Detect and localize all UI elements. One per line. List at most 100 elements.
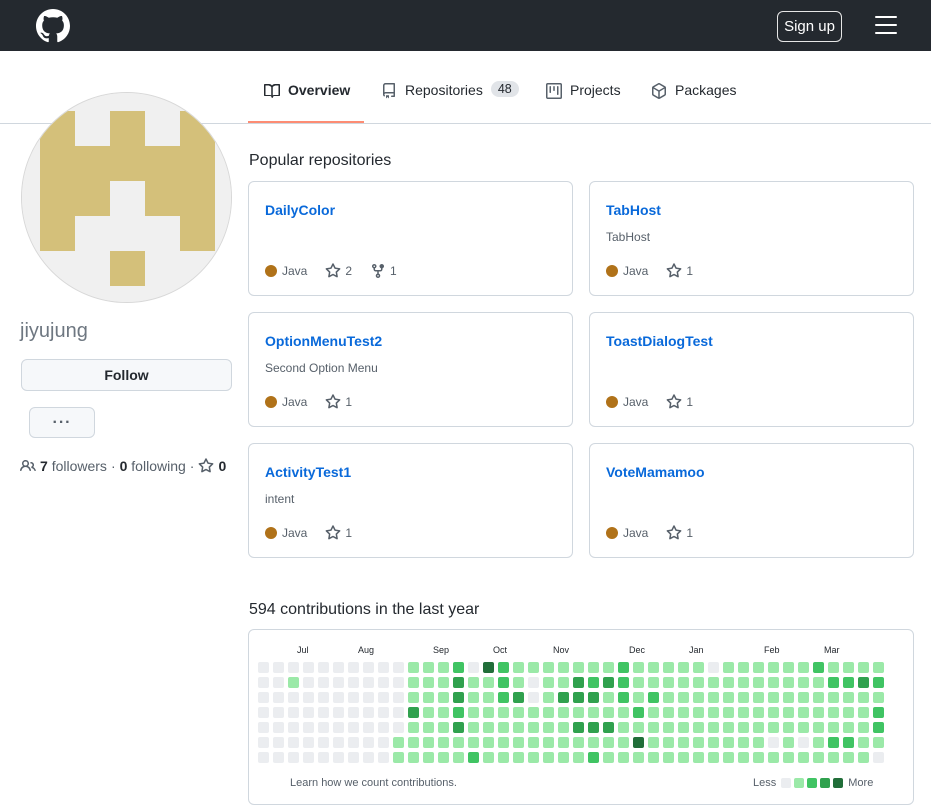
contribution-day[interactable] [318,752,329,763]
contribution-day[interactable] [423,722,434,733]
contribution-day[interactable] [273,737,284,748]
contribution-day[interactable] [783,662,794,673]
contribution-day[interactable] [798,707,809,718]
contribution-day[interactable] [423,662,434,673]
contribution-day[interactable] [453,752,464,763]
contribution-day[interactable] [588,677,599,688]
contribution-day[interactable] [588,737,599,748]
repo-stars-link[interactable]: 1 [666,525,693,541]
tab-repositories[interactable]: Repositories 48 [381,81,519,124]
contribution-day[interactable] [363,677,374,688]
contribution-day[interactable] [768,692,779,703]
contribution-day[interactable] [648,692,659,703]
contribution-day[interactable] [288,722,299,733]
repo-name-link[interactable]: ActivityTest1 [265,464,351,480]
contribution-day[interactable] [528,662,539,673]
contribution-day[interactable] [483,677,494,688]
contribution-day[interactable] [333,662,344,673]
contribution-day[interactable] [633,722,644,733]
contribution-day[interactable] [603,737,614,748]
contribution-day[interactable] [513,707,524,718]
contribution-day[interactable] [288,737,299,748]
contribution-day[interactable] [468,662,479,673]
contribution-day[interactable] [753,677,764,688]
contribution-day[interactable] [393,752,404,763]
contribution-day[interactable] [393,692,404,703]
contribution-day[interactable] [393,737,404,748]
contribution-day[interactable] [828,662,839,673]
contribution-day[interactable] [723,662,734,673]
contribution-day[interactable] [618,662,629,673]
contribution-day[interactable] [633,692,644,703]
contribution-day[interactable] [333,677,344,688]
contribution-day[interactable] [663,662,674,673]
contribution-day[interactable] [618,677,629,688]
contribution-day[interactable] [843,707,854,718]
contribution-day[interactable] [723,737,734,748]
contribution-day[interactable] [873,662,884,673]
contribution-day[interactable] [693,677,704,688]
contribution-day[interactable] [783,707,794,718]
contribution-day[interactable] [783,677,794,688]
contribution-day[interactable] [843,737,854,748]
contribution-day[interactable] [603,677,614,688]
contribution-day[interactable] [498,692,509,703]
contribution-day[interactable] [483,662,494,673]
contribution-day[interactable] [438,707,449,718]
repo-stars-link[interactable]: 2 [325,263,352,279]
contribution-day[interactable] [693,722,704,733]
contribution-day[interactable] [828,752,839,763]
contribution-day[interactable] [678,722,689,733]
contribution-day[interactable] [618,692,629,703]
contribution-day[interactable] [633,737,644,748]
contribution-day[interactable] [528,737,539,748]
contribution-day[interactable] [438,692,449,703]
contribution-day[interactable] [498,737,509,748]
contribution-day[interactable] [678,677,689,688]
contribution-day[interactable] [528,752,539,763]
contribution-day[interactable] [753,692,764,703]
contribution-day[interactable] [273,707,284,718]
contribution-day[interactable] [438,737,449,748]
contribution-day[interactable] [558,677,569,688]
followers-link[interactable]: 7 followers [40,458,107,474]
contribution-day[interactable] [303,737,314,748]
contribution-day[interactable] [813,677,824,688]
follow-button[interactable]: Follow [21,359,232,391]
contribution-day[interactable] [753,662,764,673]
contribution-day[interactable] [483,752,494,763]
contribution-day[interactable] [783,737,794,748]
contribution-day[interactable] [783,722,794,733]
contribution-day[interactable] [723,707,734,718]
contribution-day[interactable] [873,692,884,703]
contribution-day[interactable] [693,707,704,718]
contribution-day[interactable] [468,677,479,688]
contribution-day[interactable] [333,722,344,733]
contribution-day[interactable] [738,692,749,703]
contribution-day[interactable] [303,722,314,733]
contribution-day[interactable] [768,662,779,673]
contribution-day[interactable] [573,662,584,673]
contribution-day[interactable] [798,752,809,763]
contribution-day[interactable] [648,737,659,748]
contribution-day[interactable] [573,722,584,733]
contribution-day[interactable] [603,707,614,718]
contribution-day[interactable] [498,722,509,733]
contribution-day[interactable] [813,662,824,673]
contribution-day[interactable] [318,662,329,673]
contribution-day[interactable] [288,752,299,763]
contribution-day[interactable] [333,692,344,703]
contribution-day[interactable] [528,707,539,718]
contribution-day[interactable] [618,707,629,718]
contribution-day[interactable] [708,737,719,748]
repo-name-link[interactable]: VoteMamamoo [606,464,705,480]
contribution-day[interactable] [258,707,269,718]
contribution-day[interactable] [798,692,809,703]
contribution-day[interactable] [588,752,599,763]
contribution-day[interactable] [618,737,629,748]
contribution-day[interactable] [393,662,404,673]
avatar[interactable] [21,92,232,303]
contribution-day[interactable] [528,692,539,703]
contribution-day[interactable] [468,737,479,748]
contribution-day[interactable] [453,737,464,748]
